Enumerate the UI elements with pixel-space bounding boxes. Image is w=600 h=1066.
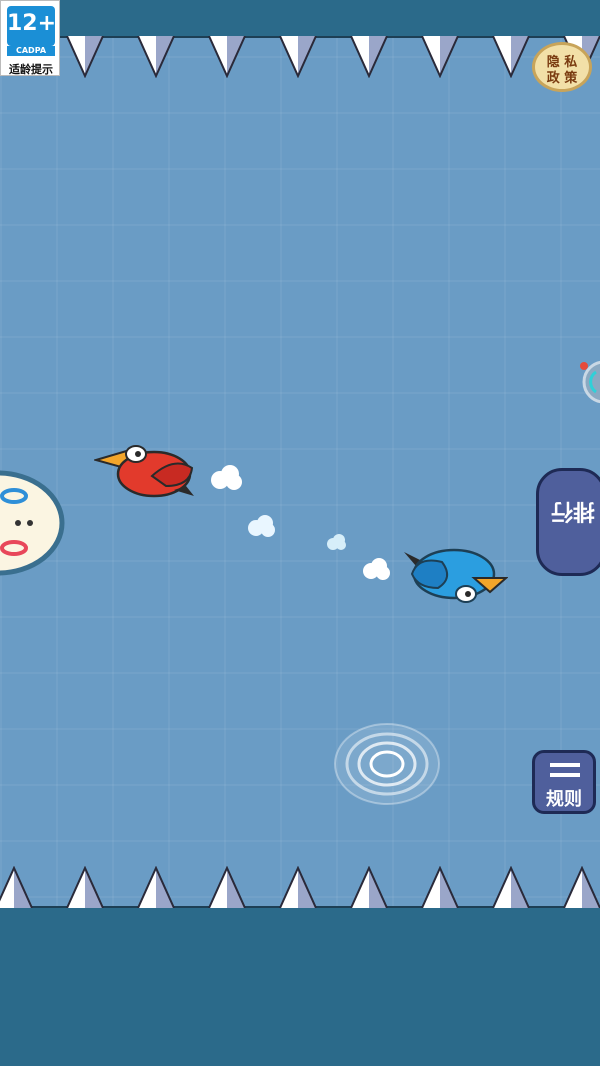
spike-icon bbox=[492, 36, 530, 78]
bottom-spike-row bbox=[0, 866, 600, 908]
age-rating-badge: 12+ CADPA 适龄提示 bbox=[0, 0, 60, 76]
age-rating: 12+ bbox=[7, 6, 56, 46]
white-puff-icon bbox=[248, 515, 275, 537]
white-puff-icon bbox=[211, 465, 242, 490]
spike-icon bbox=[208, 866, 246, 908]
spike-icon bbox=[421, 866, 459, 908]
privacy-policy-button[interactable]: 隐 私 政 策 bbox=[532, 42, 592, 92]
spike-icon bbox=[563, 866, 600, 908]
white-puff-icon bbox=[327, 534, 346, 550]
spike-icon bbox=[137, 36, 175, 78]
spike-icon bbox=[137, 866, 175, 908]
rules-label: 规则 bbox=[546, 789, 582, 810]
leaderboard-label: 排行 bbox=[551, 498, 596, 523]
spike-icon bbox=[279, 866, 317, 908]
privacy-label-line2: 政 策 bbox=[546, 71, 578, 86]
spike-icon bbox=[279, 36, 317, 78]
age-rating-tip: 适龄提示 bbox=[9, 63, 53, 76]
game-stage[interactable]: 12+ CADPA 适龄提示 隐 私 政 策 排行 规则 bbox=[0, 0, 600, 1066]
top-wall bbox=[0, 0, 600, 38]
bottom-wall bbox=[0, 906, 600, 1066]
spike-icon bbox=[66, 866, 104, 908]
red-bird-icon bbox=[94, 445, 194, 498]
spike-icon bbox=[66, 36, 104, 78]
spike-icon bbox=[350, 866, 388, 908]
rules-button[interactable]: 规则 bbox=[532, 750, 596, 814]
spike-icon bbox=[492, 866, 530, 908]
blue-bird-icon bbox=[404, 548, 508, 603]
menu-icon bbox=[550, 763, 580, 777]
face-character-icon bbox=[0, 470, 65, 576]
white-puff-icon bbox=[363, 558, 390, 580]
spike-icon bbox=[0, 866, 33, 908]
spike-icon bbox=[421, 36, 459, 78]
top-spike-row bbox=[66, 36, 600, 78]
side-indicator-icon[interactable] bbox=[580, 358, 600, 408]
tap-ripple-icon bbox=[334, 723, 440, 805]
leaderboard-button[interactable]: 排行 bbox=[536, 468, 600, 576]
age-rating-org: CADPA bbox=[7, 46, 55, 56]
spike-icon bbox=[350, 36, 388, 78]
spike-icon bbox=[208, 36, 246, 78]
